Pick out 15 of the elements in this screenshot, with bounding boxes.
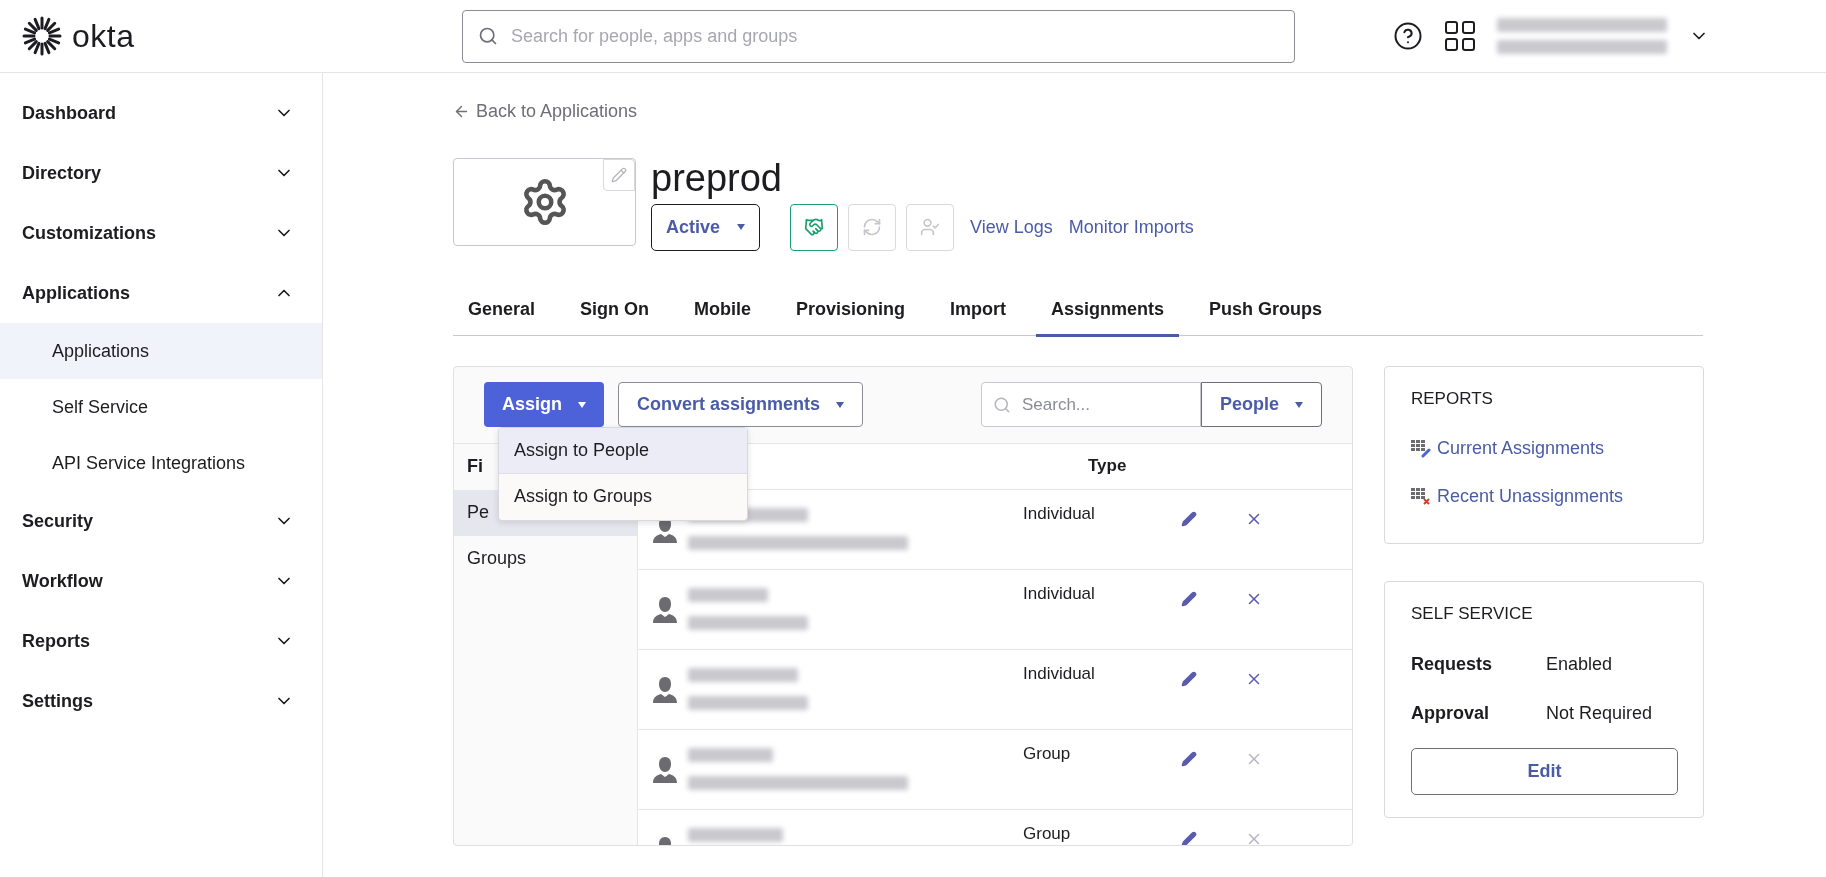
- table-cell-text: Individual: [1023, 583, 1096, 605]
- table-cell-text: Group: [1023, 743, 1072, 765]
- field-label: Approval: [1411, 702, 1490, 724]
- card-title: REPORTS: [1411, 388, 1494, 409]
- field-value: Enabled: [1546, 653, 1614, 675]
- card-title: SELF SERVICE: [1411, 603, 1534, 624]
- table-cell-text: Individual: [1023, 503, 1096, 525]
- logo-text: okta: [72, 17, 135, 55]
- table-cell-text: Individual: [1023, 663, 1096, 685]
- column-header: Type: [1088, 456, 1128, 477]
- field-label: Requests: [1411, 653, 1494, 675]
- field-value: Not Required: [1546, 702, 1654, 724]
- app-title: preprod: [651, 158, 783, 200]
- table-cell-text: Group: [1023, 823, 1072, 845]
- filter-heading: Fi: [467, 456, 483, 478]
